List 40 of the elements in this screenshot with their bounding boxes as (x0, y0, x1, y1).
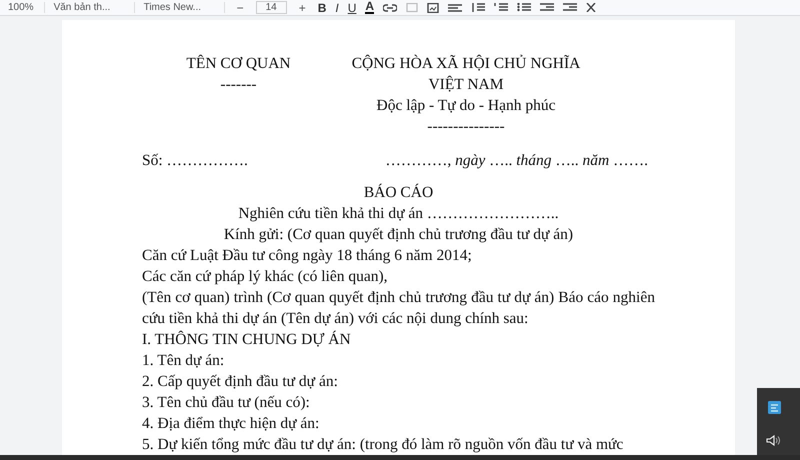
app-icon[interactable] (768, 401, 781, 414)
body-paragraph: Căn cứ Luật Đầu tư công ngày 18 tháng 6 năm 2014; (142, 246, 473, 266)
style-dropdown[interactable]: Văn bản th... (54, 2, 135, 13)
document-date: …………, ngày ….. tháng ….. năm ……. (385, 151, 648, 171)
decrease-indent-icon[interactable] (540, 3, 554, 12)
numbered-list-icon[interactable] (494, 3, 508, 12)
font-dropdown[interactable]: Times New... (144, 2, 225, 13)
separator-dashes: ------- (219, 75, 258, 95)
body-paragraph: (Tên cơ quan) trình (Cơ quan quyết định chủ trương đầu tư dự án) Báo cáo nghiên cứu tiền khả thi dự án (Tên dự án) với các nội dung chính sau: (142, 288, 655, 329)
recipient-line: Kính gửi: (Cơ quan quyết định chủ trương đầu tư dự án) (222, 225, 574, 245)
speaker-icon[interactable] (766, 435, 780, 446)
nation-heading: CỘNG HÒA XÃ HỘI CHỦ NGHĨA VIỆT NAM (350, 54, 582, 95)
body-paragraph: 2. Cấp quyết định đầu tư dự án: (142, 372, 339, 392)
align-icon[interactable] (448, 4, 462, 12)
image-icon[interactable] (427, 2, 440, 12)
report-title: BÁO CÁO (362, 182, 434, 203)
separator-dashes: --------------- (426, 117, 506, 137)
body-paragraph: 5. Dự kiến tổng mức đầu tư dự án: (trong đó làm rõ nguồn vốn đầu tư và mức (142, 435, 624, 455)
line-spacing-icon[interactable] (471, 3, 486, 12)
font-size-field[interactable]: 14 (256, 1, 287, 14)
increase-size-button[interactable]: + (296, 0, 309, 14)
decrease-size-button[interactable]: − (234, 0, 247, 14)
link-icon[interactable] (383, 2, 398, 12)
clear-formatting-icon[interactable] (586, 3, 596, 12)
format-button[interactable]: B (318, 0, 326, 14)
body-paragraph: 1. Tên dự án: (142, 351, 226, 371)
format-button[interactable]: U (348, 0, 356, 14)
zoom-dropdown[interactable]: 100% (8, 2, 45, 13)
body-paragraph: Các căn cứ pháp lý khác (có liên quan), (142, 267, 389, 287)
motto: Độc lập - Tự do - Hạnh phúc (376, 96, 556, 116)
body-paragraph: 3. Tên chủ đầu tư (nếu có): (142, 393, 311, 413)
document-number: Số: ……………. (142, 151, 248, 171)
organization-name: TÊN CƠ QUAN (185, 54, 292, 74)
body-paragraph: 4. Địa điểm thực hiện dự án: (142, 414, 320, 434)
report-subtitle: Nghiên cứu tiền khả thi dự án …………………….. (237, 204, 560, 224)
format-button[interactable]: A (365, 1, 374, 14)
format-button[interactable]: I (335, 0, 339, 14)
bulleted-list-icon[interactable] (517, 3, 532, 12)
body-paragraph: I. THÔNG TIN CHUNG DỰ ÁN (142, 330, 352, 350)
increase-indent-icon[interactable] (563, 3, 578, 12)
